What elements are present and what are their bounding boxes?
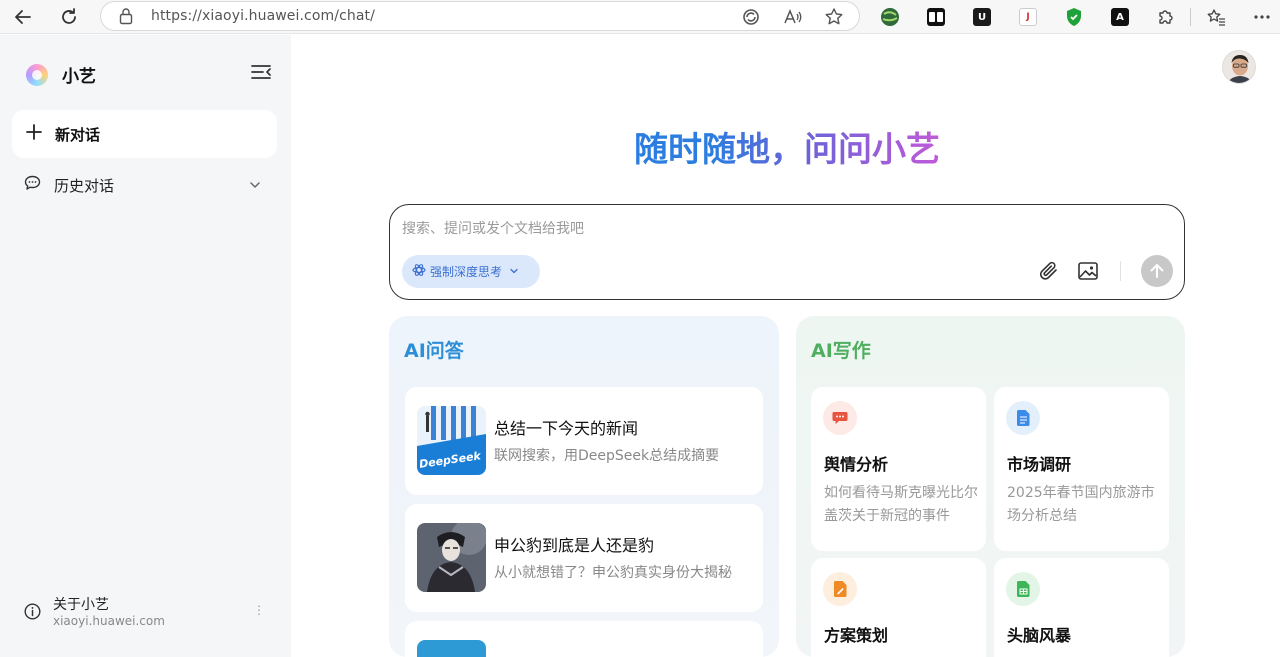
writing-card-title: 舆情分析 bbox=[824, 455, 889, 474]
character-thumbnail bbox=[417, 523, 486, 592]
atom-icon bbox=[412, 262, 426, 281]
writing-card-subtitle: 如何看待马斯克曝光比尔盖茨关于新冠的事件 bbox=[824, 485, 978, 524]
more-menu-icon[interactable] bbox=[1250, 5, 1274, 29]
plus-icon bbox=[26, 123, 42, 145]
chevron-down-icon bbox=[508, 262, 520, 281]
extension-pdf-icon[interactable]: J bbox=[1016, 5, 1040, 29]
browser-toolbar: https://xiaoyi.huawei.com/chat/ U J A bbox=[0, 0, 1280, 34]
about-domain: xiaoyi.huawei.com bbox=[53, 614, 165, 628]
chat-input[interactable] bbox=[402, 219, 902, 239]
writing-card-brainstorm[interactable]: 头脑风暴 bbox=[994, 558, 1169, 657]
ai-writing-title: AI写作 bbox=[811, 340, 871, 362]
partial-thumbnail bbox=[417, 640, 486, 657]
writing-card-title: 头脑风暴 bbox=[1007, 626, 1072, 645]
history-chats-toggle[interactable]: 历史对话 bbox=[24, 173, 274, 197]
extension-a-icon[interactable]: A bbox=[1108, 5, 1132, 29]
writing-card-market[interactable]: 市场调研 2025年春节国内旅游市场分析总结 bbox=[994, 387, 1169, 551]
extension-shield-icon[interactable] bbox=[1062, 5, 1086, 29]
deep-think-label: 强制深度思考 bbox=[430, 265, 503, 279]
ai-qa-title: AI问答 bbox=[404, 340, 464, 362]
writing-card-sentiment[interactable]: 舆情分析 如何看待马斯克曝光比尔盖茨关于新冠的事件 bbox=[811, 387, 986, 551]
writing-card-subtitle: 2025年春节国内旅游市场分析总结 bbox=[1007, 485, 1155, 524]
xiaoyi-logo-icon bbox=[26, 63, 48, 86]
favorites-icon[interactable] bbox=[1204, 5, 1228, 29]
favorite-star-icon[interactable] bbox=[822, 5, 846, 29]
user-avatar[interactable] bbox=[1222, 50, 1256, 84]
document-icon bbox=[1006, 401, 1040, 435]
input-divider bbox=[1120, 261, 1121, 281]
send-button[interactable] bbox=[1141, 255, 1173, 287]
qa-card-subtitle: 联网搜索，用DeepSeek总结成摘要 bbox=[494, 448, 720, 464]
refresh-icon[interactable] bbox=[56, 4, 82, 30]
info-icon bbox=[24, 603, 41, 624]
url-text[interactable]: https://xiaoyi.huawei.com/chat/ bbox=[151, 8, 375, 24]
read-aloud-icon[interactable] bbox=[781, 5, 805, 29]
news-thumbnail: DeepSeek bbox=[417, 406, 486, 475]
extension-split-icon[interactable] bbox=[924, 5, 948, 29]
new-chat-label: 新对话 bbox=[55, 125, 101, 144]
chat-input-box[interactable]: 强制深度思考 bbox=[389, 204, 1185, 300]
hero-text: 随时随地，问问小艺 bbox=[634, 130, 940, 170]
new-chat-button[interactable]: 新对话 bbox=[12, 110, 277, 158]
collapse-sidebar-icon[interactable] bbox=[250, 62, 272, 82]
ai-qa-panel: AI问答 DeepSeek 总结一下今天的新闻 联网搜索，用DeepSeek总结… bbox=[389, 316, 779, 657]
translate-icon[interactable] bbox=[739, 5, 763, 29]
pencil-doc-icon bbox=[823, 572, 857, 606]
chat-bubble-icon bbox=[823, 401, 857, 435]
hero-title: 随时随地，问问小艺 bbox=[389, 128, 1185, 172]
about-title: 关于小艺 bbox=[53, 597, 109, 613]
qa-card-news[interactable]: DeepSeek 总结一下今天的新闻 联网搜索，用DeepSeek总结成摘要 bbox=[405, 387, 763, 495]
extension-globe-icon[interactable] bbox=[878, 5, 902, 29]
qa-card-subtitle: 从小就想错了？申公豹真实身份大揭秘 bbox=[494, 565, 732, 581]
deep-think-toggle[interactable]: 强制深度思考 bbox=[402, 255, 540, 288]
about-xiaoyi[interactable]: 关于小艺 xiaoyi.huawei.com ⋮ bbox=[24, 593, 265, 633]
attachment-icon[interactable] bbox=[1037, 259, 1061, 283]
lock-icon[interactable] bbox=[119, 7, 133, 25]
history-label: 历史对话 bbox=[54, 176, 115, 195]
image-upload-icon[interactable] bbox=[1076, 259, 1100, 283]
about-more-icon[interactable]: ⋮ bbox=[253, 603, 265, 617]
sidebar: 小艺 新对话 历史对话 关于小艺 xiaoyi.huawei.com ⋮ bbox=[0, 35, 291, 657]
qa-card-shengongbao[interactable]: 申公豹到底是人还是豹 从小就想错了？申公豹真实身份大揭秘 bbox=[405, 504, 763, 612]
ai-writing-panel: AI写作 舆情分析 如何看待马斯克曝光比尔盖茨关于新冠的事件 市场调研 2025… bbox=[796, 316, 1185, 657]
extensions-puzzle-icon[interactable] bbox=[1154, 5, 1178, 29]
extension-u-icon[interactable]: U bbox=[970, 5, 994, 29]
writing-card-title: 市场调研 bbox=[1007, 455, 1072, 474]
chevron-down-icon bbox=[248, 177, 262, 196]
brand-name: 小艺 bbox=[62, 67, 96, 87]
back-icon[interactable] bbox=[10, 4, 36, 30]
writing-card-planning[interactable]: 方案策划 bbox=[811, 558, 986, 657]
qa-card-title: 申公豹到底是人还是豹 bbox=[494, 536, 655, 555]
spreadsheet-icon bbox=[1006, 572, 1040, 606]
writing-card-title: 方案策划 bbox=[824, 626, 889, 645]
arrow-up-icon bbox=[1150, 264, 1164, 278]
toolbar-divider bbox=[1190, 8, 1191, 26]
qa-card-title: 总结一下今天的新闻 bbox=[494, 419, 639, 438]
brand[interactable]: 小艺 bbox=[26, 62, 96, 87]
chat-bubble-icon bbox=[24, 175, 41, 195]
qa-card-partial[interactable] bbox=[405, 621, 763, 657]
address-bar[interactable]: https://xiaoyi.huawei.com/chat/ bbox=[100, 1, 860, 31]
